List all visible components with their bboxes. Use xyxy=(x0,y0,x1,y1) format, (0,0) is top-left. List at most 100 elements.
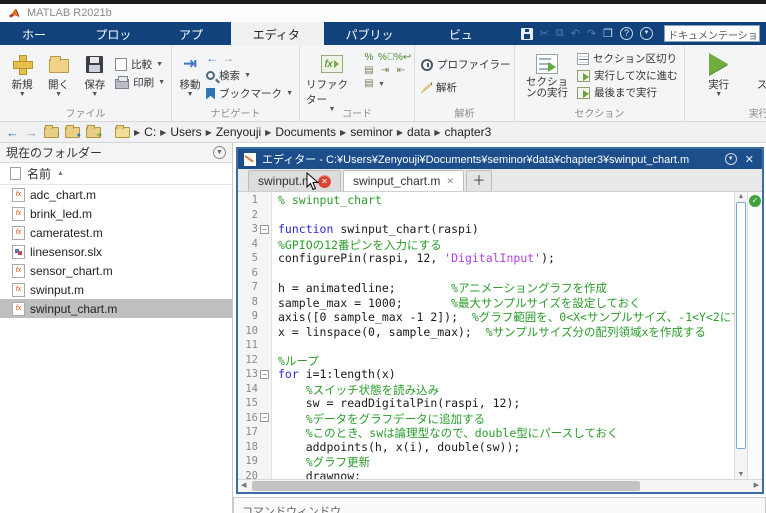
uncomment-icon[interactable]: %⃠ xyxy=(378,52,392,64)
ribbon-tab-1[interactable]: プロット xyxy=(73,22,157,45)
profiler-button[interactable]: プロファイラー xyxy=(421,57,511,72)
section-break-button[interactable]: セクション区切り xyxy=(577,51,678,66)
breadcrumb-item[interactable]: C: xyxy=(144,125,156,139)
up-one-level-icon[interactable]: ↑ xyxy=(44,127,59,138)
ribbon-tab-0[interactable]: ホーム xyxy=(0,22,73,45)
step-button[interactable]: ↷ ステップ xyxy=(755,49,766,92)
save-button[interactable]: 保存 ▼ xyxy=(79,49,111,98)
horizontal-scrollbar[interactable]: ◀ ▶ xyxy=(238,479,762,492)
editor-tab-label: swinput.m xyxy=(258,174,312,188)
go-button[interactable]: ⇥ 移動 ▼ xyxy=(178,49,202,98)
code-fold-icon[interactable]: − xyxy=(260,370,269,379)
code-fold-icon[interactable]: − xyxy=(260,225,269,234)
ribbon-tab-4[interactable]: パブリッシュ xyxy=(324,22,427,45)
smart-indent-icon[interactable]: ▤ xyxy=(362,65,376,77)
layout-windows-icon[interactable]: ❐ xyxy=(603,27,613,40)
tab-close-hover-icon[interactable]: ✕ xyxy=(318,175,331,188)
file-row[interactable]: adc_chart.m xyxy=(0,185,232,204)
breadcrumb-item[interactable]: seminor xyxy=(350,125,393,139)
open-button[interactable]: 開く ▼ xyxy=(42,49,74,98)
file-row[interactable]: swinput.m xyxy=(0,280,232,299)
indent-left-icon[interactable]: ⇤ xyxy=(394,65,408,77)
comment-icon[interactable]: % xyxy=(362,52,376,64)
breadcrumb-item[interactable]: chapter3 xyxy=(445,125,492,139)
breadcrumb-item[interactable]: Zenyouji xyxy=(216,125,261,139)
wrap-comments-icon[interactable]: %↩ xyxy=(394,52,408,64)
find-button[interactable]: 検索 ▼ xyxy=(206,68,293,83)
line-number: 12 xyxy=(245,354,258,366)
documentation-search-input[interactable]: ドキュメンテーションの検索 xyxy=(664,25,760,42)
new-tab-button[interactable]: ＋ xyxy=(466,170,492,191)
ribbon-tab-3[interactable]: エディター xyxy=(231,22,324,45)
breadcrumb-item[interactable]: Documents xyxy=(275,125,336,139)
scroll-down-icon[interactable]: ▼ xyxy=(735,471,747,478)
indent-right-icon[interactable]: ⇥ xyxy=(378,65,392,77)
editor-close-icon[interactable]: ✕ xyxy=(743,153,756,166)
file-row[interactable]: brink_led.m xyxy=(0,204,232,223)
code-fold-icon[interactable]: − xyxy=(260,413,269,422)
current-folder-panel: 現在のフォルダー ▼ 名前 ▲ adc_chart.mbrink_led.mca… xyxy=(0,143,233,513)
name-column-header: 名前 xyxy=(27,165,51,182)
new-button[interactable]: 新規 ▼ xyxy=(6,49,38,98)
file-row[interactable]: cameratest.m xyxy=(0,223,232,242)
editor-titlebar[interactable]: エディター - C:¥Users¥Zenyouji¥Documents¥semi… xyxy=(238,149,762,169)
run-advance-button[interactable]: 実行して次に進む xyxy=(577,68,678,83)
horizontal-scroll-thumb[interactable] xyxy=(252,481,640,491)
run-to-end-button[interactable]: 最後まで実行 xyxy=(577,85,678,100)
scroll-left-icon[interactable]: ◀ xyxy=(241,480,246,492)
current-folder-menu-icon[interactable]: ▼ xyxy=(213,146,226,159)
tab-close-icon[interactable]: ✕ xyxy=(446,176,454,187)
search-icon xyxy=(206,71,215,80)
scroll-up-icon[interactable]: ▲ xyxy=(735,193,747,200)
file-list-header[interactable]: 名前 ▲ xyxy=(0,163,232,185)
toolbar-group-analyze: プロファイラー 解析 解析 xyxy=(415,45,515,121)
step-label: ステップ xyxy=(757,77,766,92)
print-icon xyxy=(115,79,129,89)
profiler-icon xyxy=(421,59,433,71)
browse-folder-icon[interactable]: ● xyxy=(65,127,80,138)
new-folder-icon[interactable]: ➜ xyxy=(86,127,101,138)
qat-dropdown-icon[interactable]: ▼ xyxy=(640,27,653,40)
run-section-button[interactable]: セクションの実行 xyxy=(521,49,573,99)
line-number: 7 xyxy=(252,281,258,293)
breadcrumb-item[interactable]: Users xyxy=(170,125,201,139)
bookmark-button[interactable]: ブックマーク ▼ xyxy=(206,86,293,101)
breadcrumb-separator-icon: ▶ xyxy=(160,128,166,137)
print-button[interactable]: 印刷 ▼ xyxy=(115,75,165,90)
analyzer-ok-icon[interactable]: ✓ xyxy=(749,195,761,207)
line-number: 18 xyxy=(245,441,258,453)
file-name: swinput.m xyxy=(30,283,84,297)
file-row[interactable]: linesensor.slx xyxy=(0,242,232,261)
quick-save-icon[interactable] xyxy=(521,28,533,40)
go-caret-icon: ▼ xyxy=(187,92,194,98)
analyze-button[interactable]: 解析 xyxy=(421,80,511,95)
run-button[interactable]: 実行 ▼ xyxy=(699,49,739,98)
compare-button[interactable]: 比較 ▼ xyxy=(115,57,165,72)
ribbon-tab-5[interactable]: ビュー xyxy=(427,22,501,45)
code-extra-icon[interactable]: ▤ xyxy=(362,78,376,90)
ribbon-tab-2[interactable]: アプリ xyxy=(157,22,231,45)
code-area[interactable]: % swinput_chartfunction swinput_chart(ra… xyxy=(272,192,734,479)
mouse-cursor xyxy=(306,172,319,191)
editor-menu-icon[interactable]: ▼ xyxy=(725,153,737,165)
comment-token: % swinput_chart xyxy=(278,193,382,207)
vertical-scroll-thumb[interactable] xyxy=(736,202,746,449)
vertical-scrollbar[interactable]: ▲ ▼ xyxy=(734,192,747,479)
editor-tab[interactable]: swinput_chart.m✕ xyxy=(343,170,464,191)
scroll-right-icon[interactable]: ▶ xyxy=(754,480,759,492)
command-window-title: コマンドウィンドウ xyxy=(234,498,765,513)
file-row[interactable]: swinput_chart.m xyxy=(0,299,232,318)
code-token: drawnow; xyxy=(278,469,361,480)
comment-token: %アニメーショングラフを作成 xyxy=(396,281,607,295)
navigate-back-icon[interactable]: ← xyxy=(206,51,218,65)
editor-tab[interactable]: swinput.m ✕ xyxy=(248,170,341,191)
refactor-button[interactable]: fx リファクター ▼ xyxy=(306,49,358,113)
back-icon[interactable]: ← xyxy=(6,125,19,140)
code-grid-caret-icon[interactable]: ▼ xyxy=(378,81,385,88)
code-token: sw = readDigitalPin(raspi, 12); xyxy=(278,396,520,410)
save-caret-icon: ▼ xyxy=(91,92,98,98)
file-row[interactable]: sensor_chart.m xyxy=(0,261,232,280)
help-icon[interactable]: ? xyxy=(620,27,633,40)
command-window-panel[interactable]: コマンドウィンドウ xyxy=(233,497,766,513)
breadcrumb-item[interactable]: data xyxy=(407,125,430,139)
